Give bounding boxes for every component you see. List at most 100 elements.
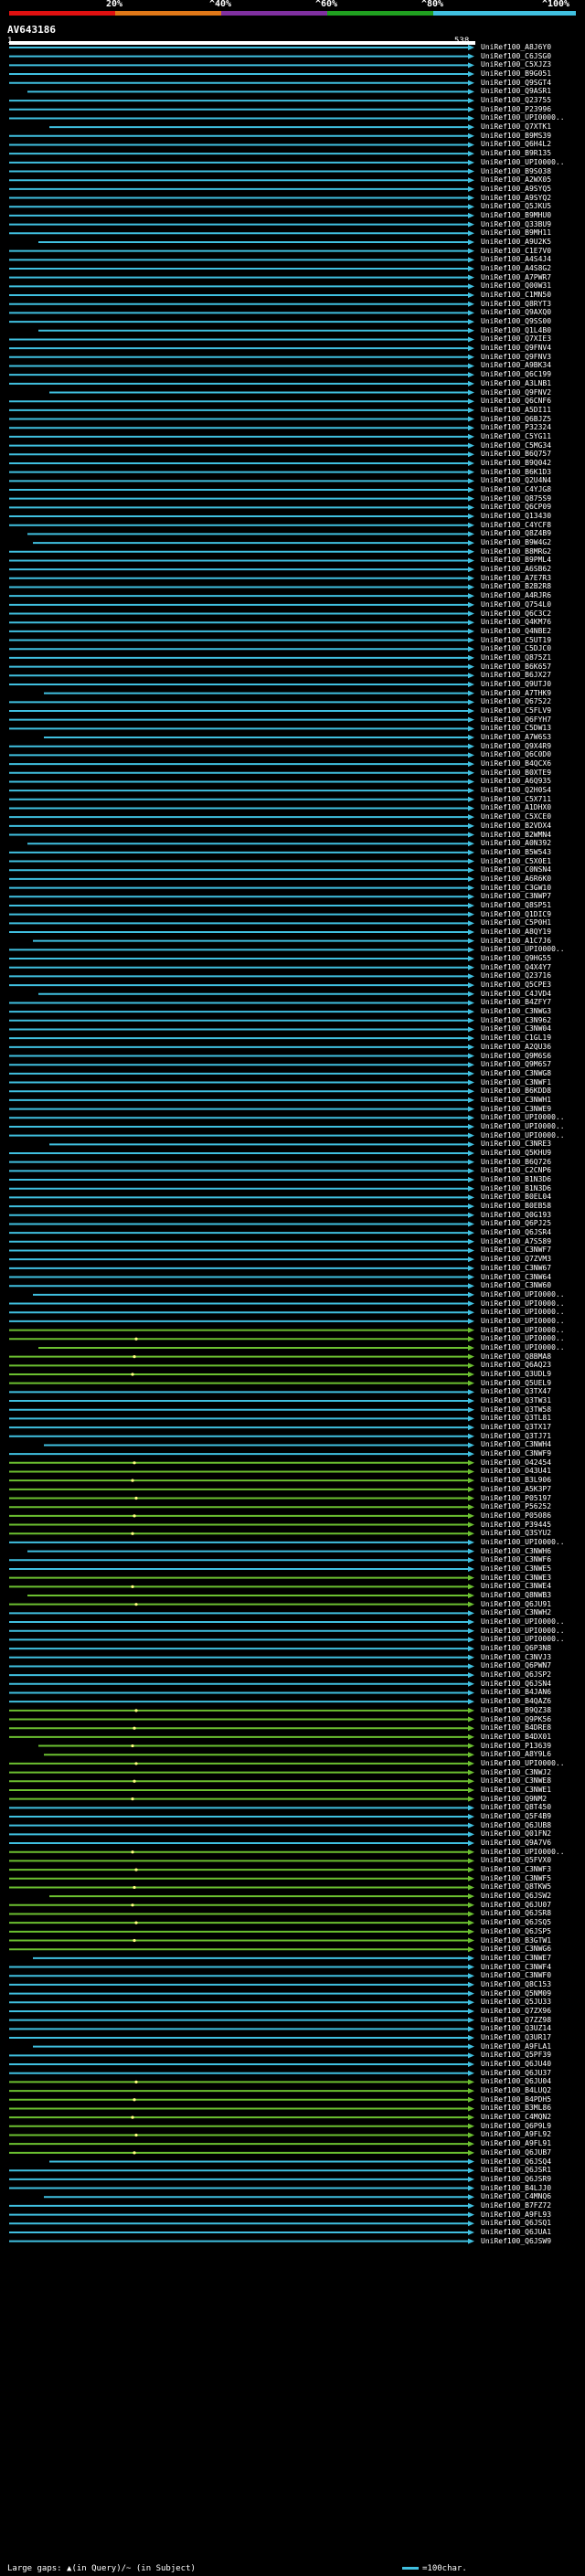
hit-label[interactable]: UniRef100_A6SB62 <box>481 565 551 573</box>
hit-label[interactable]: UniRef100_B9R135 <box>481 149 551 157</box>
hit-label[interactable]: UniRef100_Q6JU37 <box>481 2069 551 2077</box>
hit-label[interactable]: UniRef100_B4QAZ6 <box>481 1697 551 1705</box>
hit-label[interactable]: UniRef100_Q9HG55 <box>481 954 551 962</box>
hit-label[interactable]: UniRef100_B0EB58 <box>481 1202 551 1210</box>
hit-label[interactable]: UniRef100_Q33BU9 <box>481 220 551 228</box>
hit-label[interactable]: UniRef100_Q6JSP2 <box>481 1670 551 1679</box>
hit-label[interactable]: UniRef100_A2WX05 <box>481 175 551 184</box>
hit-label[interactable]: UniRef100_Q6PJ25 <box>481 1219 551 1227</box>
hit-label[interactable]: UniRef100_Q8SP51 <box>481 901 551 909</box>
hit-label[interactable]: UniRef100_UPI0000.. <box>481 1113 565 1121</box>
hit-label[interactable]: UniRef100_A9FLA1 <box>481 2042 551 2051</box>
hit-label[interactable]: UniRef100_UPI0000.. <box>481 1299 565 1308</box>
hit-label[interactable]: UniRef100_B0EL04 <box>481 1193 551 1201</box>
hit-label[interactable]: UniRef100_C3NW67 <box>481 1264 551 1272</box>
hit-label[interactable]: UniRef100_Q9PK56 <box>481 1715 551 1723</box>
hit-label[interactable]: UniRef100_C5DJC0 <box>481 644 551 652</box>
hit-label[interactable]: UniRef100_B6KDD8 <box>481 1087 551 1095</box>
hit-label[interactable]: UniRef100_UPI0000.. <box>481 1538 565 1546</box>
hit-label[interactable]: UniRef100_Q6P9L9 <box>481 2122 551 2130</box>
hit-label[interactable]: UniRef100_UPI0000.. <box>481 1308 565 1316</box>
hit-label[interactable]: UniRef100_Q9X4R9 <box>481 742 551 750</box>
hit-label[interactable]: UniRef100_P05197 <box>481 1494 551 1502</box>
hit-label[interactable]: UniRef100_A8Y9L6 <box>481 1750 551 1758</box>
hit-label[interactable]: UniRef100_C4MQN2 <box>481 2113 551 2121</box>
hit-label[interactable]: UniRef100_Q6JSR1 <box>481 2166 551 2174</box>
hit-label[interactable]: UniRef100_Q3TX17 <box>481 1423 551 1431</box>
hit-label[interactable]: UniRef100_C4MNQ6 <box>481 2192 551 2200</box>
hit-label[interactable]: UniRef100_C5YG11 <box>481 432 551 440</box>
hit-label[interactable]: UniRef100_C5XJZ3 <box>481 60 551 69</box>
hit-label[interactable]: UniRef100_Q6JSR8 <box>481 1909 551 1917</box>
hit-label[interactable]: UniRef100_UPI0000.. <box>481 1848 565 1856</box>
hit-label[interactable]: UniRef100_Q8TKW5 <box>481 1882 551 1891</box>
hit-label[interactable]: UniRef100_Q2H0S4 <box>481 786 551 794</box>
hit-label[interactable]: UniRef100_C3NWF0 <box>481 1971 551 1979</box>
hit-label[interactable]: UniRef100_B6Q726 <box>481 1158 551 1166</box>
hit-label[interactable]: UniRef100_Q9SS00 <box>481 317 551 325</box>
hit-label[interactable]: UniRef100_Q23716 <box>481 971 551 980</box>
hit-label[interactable]: UniRef100_A7THK9 <box>481 689 551 697</box>
hit-label[interactable]: UniRef100_Q8BMA8 <box>481 1352 551 1361</box>
hit-label[interactable]: UniRef100_A6Q935 <box>481 777 551 785</box>
hit-label[interactable]: UniRef100_Q3TL81 <box>481 1414 551 1422</box>
hit-label[interactable]: UniRef100_B2B2R8 <box>481 582 551 590</box>
hit-label[interactable]: UniRef100_C3GW10 <box>481 884 551 892</box>
hit-label[interactable]: UniRef100_B9PML4 <box>481 556 551 564</box>
hit-label[interactable]: UniRef100_Q00W31 <box>481 281 551 290</box>
hit-label[interactable]: UniRef100_UPI0000.. <box>481 1334 565 1342</box>
hit-label[interactable]: UniRef100_C3NWF6 <box>481 1555 551 1564</box>
hit-label[interactable]: UniRef100_Q6JSQ5 <box>481 1918 551 1926</box>
hit-label[interactable]: UniRef100_Q4X4Y7 <box>481 963 551 971</box>
hit-label[interactable]: UniRef100_C1MN50 <box>481 291 551 299</box>
hit-label[interactable]: UniRef100_Q6JSR4 <box>481 1228 551 1236</box>
hit-label[interactable]: UniRef100_Q8RYT3 <box>481 300 551 308</box>
hit-label[interactable]: UniRef100_A4S4J4 <box>481 255 551 263</box>
hit-label[interactable]: UniRef100_Q3UR17 <box>481 2033 551 2041</box>
hit-label[interactable]: UniRef100_B9Q042 <box>481 459 551 467</box>
hit-label[interactable]: UniRef100_Q2U4N4 <box>481 476 551 484</box>
hit-label[interactable]: UniRef100_Q6FYH7 <box>481 716 551 724</box>
hit-label[interactable]: UniRef100_Q5KHU9 <box>481 1149 551 1157</box>
hit-label[interactable]: UniRef100_B2VDX4 <box>481 822 551 830</box>
hit-label[interactable]: UniRef100_Q9FNV3 <box>481 353 551 361</box>
hit-label[interactable]: UniRef100_C3NW64 <box>481 1273 551 1281</box>
hit-label[interactable]: UniRef100_Q6BJZ5 <box>481 415 551 423</box>
hit-label[interactable]: UniRef100_C3NVJ3 <box>481 1653 551 1661</box>
hit-label[interactable]: UniRef100_B4JAN6 <box>481 1688 551 1696</box>
hit-label[interactable]: UniRef100_Q6JUB7 <box>481 2148 551 2157</box>
hit-label[interactable]: UniRef100_C5XCE0 <box>481 812 551 821</box>
hit-label[interactable]: UniRef100_Q6JSQ1 <box>481 2219 551 2227</box>
hit-label[interactable]: UniRef100_P32324 <box>481 423 551 431</box>
hit-label[interactable]: UniRef100_C3NW04 <box>481 1024 551 1033</box>
hit-label[interactable]: UniRef100_A3LNB1 <box>481 379 551 387</box>
hit-label[interactable]: UniRef100_O42454 <box>481 1458 551 1467</box>
hit-label[interactable]: UniRef100_C4JVD4 <box>481 990 551 998</box>
hit-label[interactable]: UniRef100_P39445 <box>481 1521 551 1529</box>
hit-label[interactable]: UniRef100_Q3TW31 <box>481 1396 551 1405</box>
hit-label[interactable]: UniRef100_C3NWE1 <box>481 1786 551 1794</box>
hit-label[interactable]: UniRef100_Q9FNV4 <box>481 344 551 352</box>
hit-label[interactable]: UniRef100_Q5JU33 <box>481 1998 551 2006</box>
hit-label[interactable]: UniRef100_B6K1D3 <box>481 468 551 476</box>
hit-label[interactable]: UniRef100_A9SYQ2 <box>481 194 551 202</box>
hit-label[interactable]: UniRef100_Q3UZ14 <box>481 2024 551 2032</box>
hit-label[interactable]: UniRef100_Q0G193 <box>481 1211 551 1219</box>
hit-label[interactable]: UniRef100_A1C7J6 <box>481 937 551 945</box>
hit-label[interactable]: UniRef100_Q5JKU5 <box>481 202 551 210</box>
hit-label[interactable]: UniRef100_Q5NM09 <box>481 1989 551 1998</box>
hit-label[interactable]: UniRef100_A9SYQ5 <box>481 185 551 193</box>
hit-label[interactable]: UniRef100_Q9M6S7 <box>481 1060 551 1068</box>
hit-label[interactable]: UniRef100_Q8T450 <box>481 1803 551 1811</box>
hit-label[interactable]: UniRef100_C3NWE3 <box>481 1574 551 1582</box>
hit-label[interactable]: UniRef100_Q01FN2 <box>481 1829 551 1838</box>
hit-label[interactable]: UniRef100_Q6JSN4 <box>481 1680 551 1688</box>
hit-label[interactable]: UniRef100_Q6PWN7 <box>481 1661 551 1670</box>
hit-label[interactable]: UniRef100_B2WMN4 <box>481 831 551 839</box>
hit-label[interactable]: UniRef100_Q6C199 <box>481 370 551 378</box>
hit-label[interactable]: UniRef100_B4QCX6 <box>481 759 551 768</box>
hit-label[interactable]: UniRef100_Q3SYU2 <box>481 1529 551 1537</box>
hit-label[interactable]: UniRef100_A9FL92 <box>481 2130 551 2138</box>
hit-label[interactable]: UniRef100_Q9AXQ0 <box>481 308 551 316</box>
hit-label[interactable]: UniRef100_P23996 <box>481 105 551 113</box>
